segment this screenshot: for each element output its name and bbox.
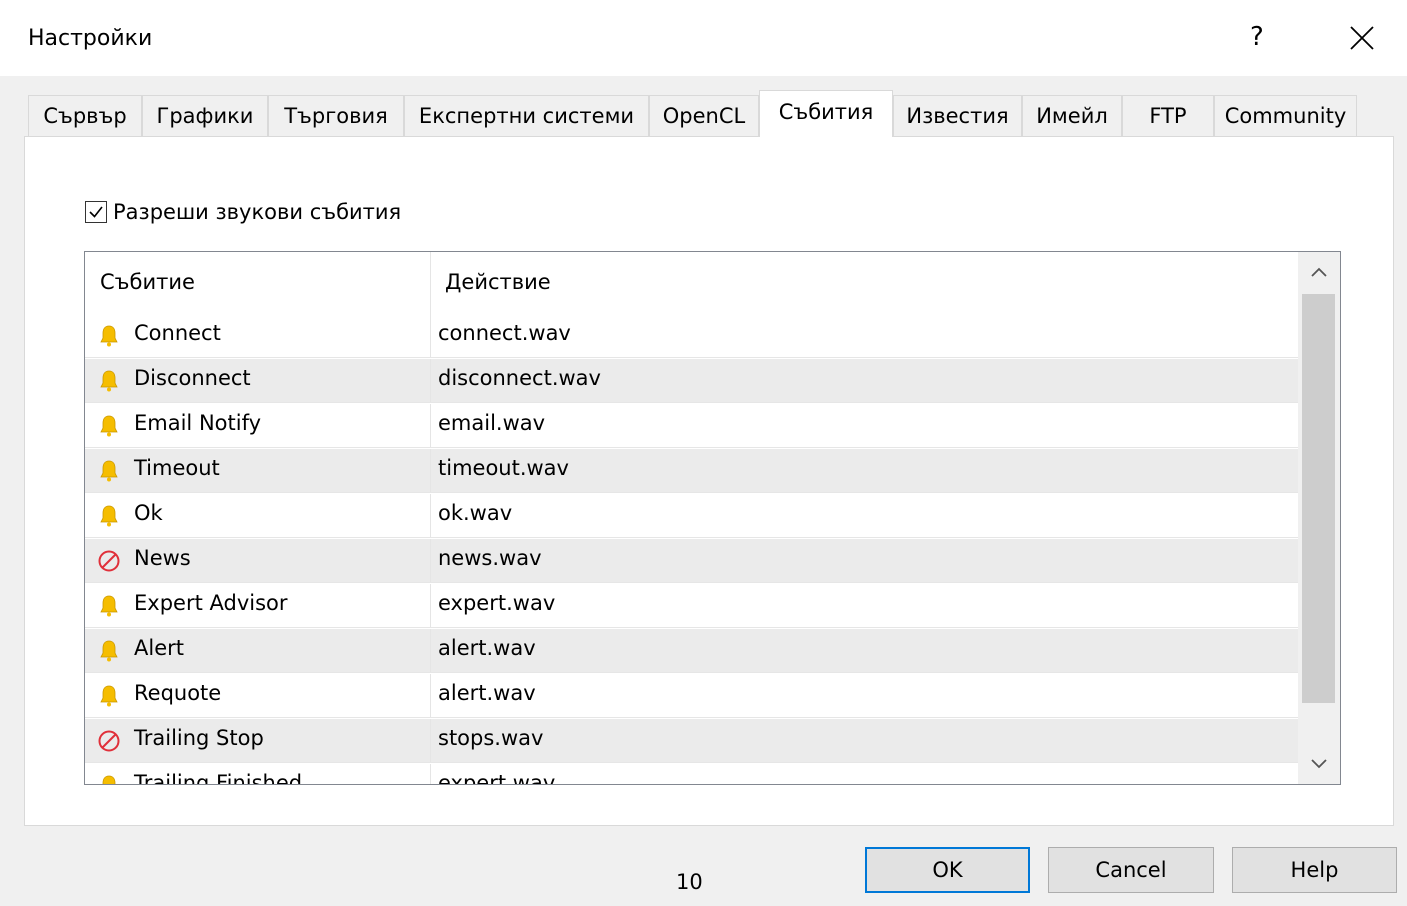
list-item[interactable]: Timeout timeout.wav: [85, 449, 1298, 493]
bell-icon: [100, 595, 118, 617]
help-button[interactable]: Help: [1232, 847, 1397, 893]
action-file: expert.wav: [438, 591, 556, 615]
action-file: alert.wav: [438, 636, 536, 660]
header-action[interactable]: Действие: [445, 270, 551, 294]
enable-sounds-label: Разреши звукови събития: [113, 200, 402, 224]
action-file: email.wav: [438, 411, 546, 435]
page-number: 10: [676, 870, 703, 894]
bell-icon: [102, 775, 116, 784]
scroll-up-icon[interactable]: [1298, 252, 1340, 292]
list-item[interactable]: Expert Advisor expert.wav: [85, 584, 1298, 628]
bell-icon: [100, 370, 118, 392]
disabled-icon: [98, 730, 120, 752]
scrollbar-thumb[interactable]: [1302, 294, 1335, 703]
tab-opencl[interactable]: OpenCL: [649, 95, 759, 136]
event-name: Disconnect: [134, 366, 251, 390]
event-name: Expert Advisor: [134, 591, 288, 615]
tab-expert-advisors[interactable]: Експертни системи: [404, 95, 649, 136]
action-file: connect.wav: [438, 321, 571, 345]
column-divider: [430, 764, 431, 784]
tab-trading[interactable]: Търговия: [268, 95, 404, 136]
enable-sounds-row[interactable]: Разреши звукови събития: [85, 198, 401, 226]
header-event[interactable]: Събитие: [100, 270, 195, 294]
list-item[interactable]: Connect connect.wav: [85, 314, 1298, 358]
list-item[interactable]: Disconnect disconnect.wav: [85, 359, 1298, 403]
bell-icon: [100, 460, 118, 482]
bell-icon: [100, 415, 118, 437]
action-file: ok.wav: [438, 501, 513, 525]
event-name: News: [134, 546, 191, 570]
list-header: Събитие Действие: [85, 252, 1298, 314]
column-divider: [430, 584, 431, 627]
event-name: Timeout: [134, 456, 220, 480]
list-item[interactable]: Ok ok.wav: [85, 494, 1298, 538]
column-divider: [430, 314, 431, 357]
scroll-down-icon[interactable]: [1298, 744, 1340, 784]
list-item[interactable]: Email Notify email.wav: [85, 404, 1298, 448]
event-name: Ok: [134, 501, 163, 525]
tab-notifications[interactable]: Известия: [893, 95, 1022, 136]
disabled-icon: [98, 550, 120, 572]
bell-icon: [100, 325, 118, 347]
bell-icon: [100, 640, 118, 662]
column-divider: [430, 449, 431, 492]
column-divider: [430, 359, 431, 402]
list-item[interactable]: Alert alert.wav: [85, 629, 1298, 673]
vertical-scrollbar[interactable]: [1298, 252, 1340, 784]
action-file: alert.wav: [438, 681, 536, 705]
close-icon[interactable]: [1346, 22, 1378, 54]
list-item[interactable]: Trailing Stop stops.wav: [85, 719, 1298, 763]
column-divider: [430, 719, 431, 762]
events-list: Събитие Действие Connect connect.wav Disco…: [84, 251, 1341, 785]
event-name: Requote: [134, 681, 222, 705]
list-item[interactable]: News news.wav: [85, 539, 1298, 583]
ok-button[interactable]: OK: [865, 847, 1030, 893]
column-divider: [430, 674, 431, 717]
column-divider: [430, 629, 431, 672]
tab-community[interactable]: Community: [1214, 95, 1357, 136]
enable-sounds-checkbox[interactable]: [85, 201, 107, 223]
event-name: Trailing Stop: [134, 726, 264, 750]
bell-icon: [100, 505, 118, 527]
cancel-button[interactable]: Cancel: [1048, 847, 1214, 893]
action-file: timeout.wav: [438, 456, 569, 480]
column-divider: [430, 404, 431, 447]
list-item[interactable]: Requote alert.wav: [85, 674, 1298, 718]
tab-server[interactable]: Сървър: [28, 95, 142, 136]
tab-charts[interactable]: Графики: [142, 95, 268, 136]
event-name: Trailing Finished: [134, 771, 303, 785]
event-name: Connect: [134, 321, 221, 345]
check-icon: [89, 206, 103, 218]
bell-icon: [100, 685, 118, 707]
event-name: Alert: [134, 636, 184, 660]
list-item[interactable]: Trailing Finished expert.wav: [85, 764, 1298, 785]
column-divider: [430, 539, 431, 582]
tab-ftp[interactable]: FTP: [1122, 95, 1214, 136]
help-icon[interactable]: ?: [1250, 22, 1264, 52]
title-bar: Настройки ?: [0, 0, 1407, 76]
event-name: Email Notify: [134, 411, 262, 435]
window-title: Настройки: [28, 26, 153, 51]
column-divider: [430, 494, 431, 537]
tab-email[interactable]: Имейл: [1022, 95, 1122, 136]
action-file: news.wav: [438, 546, 542, 570]
action-file: disconnect.wav: [438, 366, 601, 390]
column-divider[interactable]: [430, 252, 431, 314]
tab-events[interactable]: Събития: [759, 90, 893, 137]
action-file: stops.wav: [438, 726, 544, 750]
action-file: expert.wav: [438, 771, 556, 785]
